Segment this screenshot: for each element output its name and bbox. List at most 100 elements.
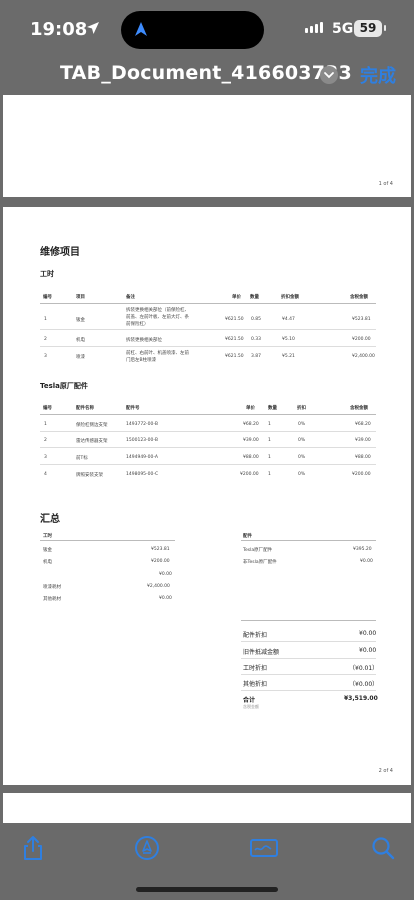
parts-cell: ¥200.00 (352, 472, 371, 477)
total-value: （¥0.01） (349, 665, 379, 672)
total-value: ¥0.00 (359, 647, 377, 654)
pdf-page-2: 维修项目 工时 编号 项目 备注 单价 数量 折扣金额 含税金额 1 钣金 拆装… (3, 207, 411, 785)
home-indicator (136, 887, 278, 892)
labor-cell: ¥5.21 (282, 354, 295, 359)
divider (241, 641, 376, 642)
labor-cell: 1 (44, 317, 47, 322)
parts-cell: 0% (298, 438, 306, 443)
labor-header: 单价 (232, 295, 241, 300)
labor-note-line: 前杠、右前叶、机盖喷漆、左前 (126, 351, 189, 356)
summary-value: ¥0.00 (360, 559, 373, 564)
labor-note-line: 前盖、左前叶板、左前大灯、条 (126, 315, 189, 320)
summary-labor-heading: 工时 (43, 534, 52, 539)
total-value: （¥0.00） (349, 681, 379, 688)
labor-header: 备注 (126, 295, 135, 300)
summary-value: ¥523.81 (151, 547, 170, 552)
summary-label: Tesla原厂配件 (243, 548, 273, 553)
page-number: 1 of 4 (378, 181, 393, 187)
parts-cell: ¥200.00 (240, 472, 259, 477)
labor-cell: 0.33 (251, 337, 262, 342)
labor-header: 含税金额 (350, 295, 368, 300)
divider (40, 303, 376, 304)
total-label: 工时折扣 (243, 665, 268, 672)
parts-cell: 1 (268, 422, 271, 427)
document-title[interactable]: TAB_Document_416603733 (60, 62, 352, 84)
parts-header: 配件号 (126, 406, 140, 411)
bottom-toolbar (0, 825, 414, 900)
labor-cell: 机电 (76, 338, 85, 343)
divider (40, 464, 376, 465)
parts-header: 含税金额 (350, 406, 368, 411)
parts-cell: 1 (44, 422, 47, 427)
labor-cell: 3 (44, 354, 47, 359)
summary-value: ¥0.00 (159, 596, 172, 601)
labor-title: 工时 (40, 270, 54, 278)
dynamic-island (121, 11, 264, 49)
summary-label: 机电 (43, 560, 52, 565)
title-menu-button[interactable] (320, 66, 338, 84)
labor-cell: 2 (44, 337, 47, 342)
parts-title: Tesla原厂配件 (40, 382, 88, 390)
divider (40, 414, 376, 415)
parts-cell: 2 (44, 438, 47, 443)
clock: 19:08 (30, 19, 88, 40)
labor-cell: ¥5.10 (282, 337, 295, 342)
labor-cell: 拆装更换相关部位 (126, 338, 162, 343)
parts-cell: 1500123-00-B (126, 438, 158, 443)
total-label: 旧件抵减金额 (243, 649, 280, 656)
labor-note-line: 前保险杠） (126, 322, 149, 327)
divider (241, 540, 376, 541)
navigation-icon (135, 22, 147, 36)
parts-cell: 保险杠侧边支架 (76, 423, 108, 428)
labor-cell: 0.85 (251, 317, 262, 322)
page-number: 2 of 4 (378, 768, 393, 774)
labor-cell: ¥4.47 (282, 317, 295, 322)
chevron-down-icon (324, 72, 334, 79)
parts-cell: ¥39.00 (355, 438, 371, 443)
location-arrow-icon (87, 22, 99, 34)
parts-header: 折扣 (297, 406, 306, 411)
pdf-page-1: 1 of 4 (3, 95, 411, 197)
pdf-page-3 (3, 793, 411, 823)
battery-indicator: 59 (354, 20, 386, 37)
grand-total-value: ¥3,519.00 (344, 695, 378, 702)
section-title: 维修项目 (40, 247, 80, 258)
done-button[interactable]: 完成 (360, 62, 396, 88)
summary-value: ¥200.00 (151, 559, 170, 564)
parts-header: 数量 (268, 406, 277, 411)
parts-cell: 0% (298, 422, 306, 427)
summary-value: ¥395.20 (353, 547, 372, 552)
markup-icon[interactable] (134, 835, 160, 861)
labor-note-line: 门后左B柱喷漆 (126, 358, 157, 363)
grand-total-note: 含税金额 (243, 704, 259, 709)
parts-cell: 前T标 (76, 456, 88, 461)
share-icon[interactable] (20, 835, 46, 861)
summary-label: 非Tesla原厂配件 (243, 560, 277, 565)
labor-cell: ¥621.50 (225, 317, 244, 322)
labor-header: 数量 (250, 295, 259, 300)
summary-label: 其他耗材 (43, 597, 61, 602)
labor-cell: 喷漆 (76, 355, 85, 360)
signal-icon (305, 22, 323, 33)
parts-cell: 1 (268, 455, 271, 460)
divider (241, 690, 376, 691)
labor-cell: 钣金 (76, 318, 85, 323)
summary-parts-heading: 配件 (243, 534, 252, 539)
parts-cell: 1494949-00-A (126, 455, 158, 460)
summary-title: 汇总 (40, 514, 60, 525)
parts-cell: 0% (298, 472, 306, 477)
network-type: 5G (332, 21, 354, 37)
parts-header: 配件名称 (76, 406, 94, 411)
document-title-bar: TAB_Document_416603733 完成 (0, 58, 414, 92)
divider (40, 540, 175, 541)
divider (241, 674, 376, 675)
signature-icon[interactable] (249, 835, 279, 861)
labor-cell: ¥2,400.00 (352, 354, 375, 359)
parts-cell: ¥68.20 (243, 422, 259, 427)
pdf-viewer-screen: 19:08 5G 59 TAB_Document_416603733 完成 1 … (0, 0, 414, 900)
divider (40, 447, 376, 448)
labor-header: 折扣金额 (281, 295, 299, 300)
labor-cell: 3.87 (251, 354, 262, 359)
search-icon[interactable] (370, 835, 396, 861)
parts-cell: 1 (268, 472, 271, 477)
